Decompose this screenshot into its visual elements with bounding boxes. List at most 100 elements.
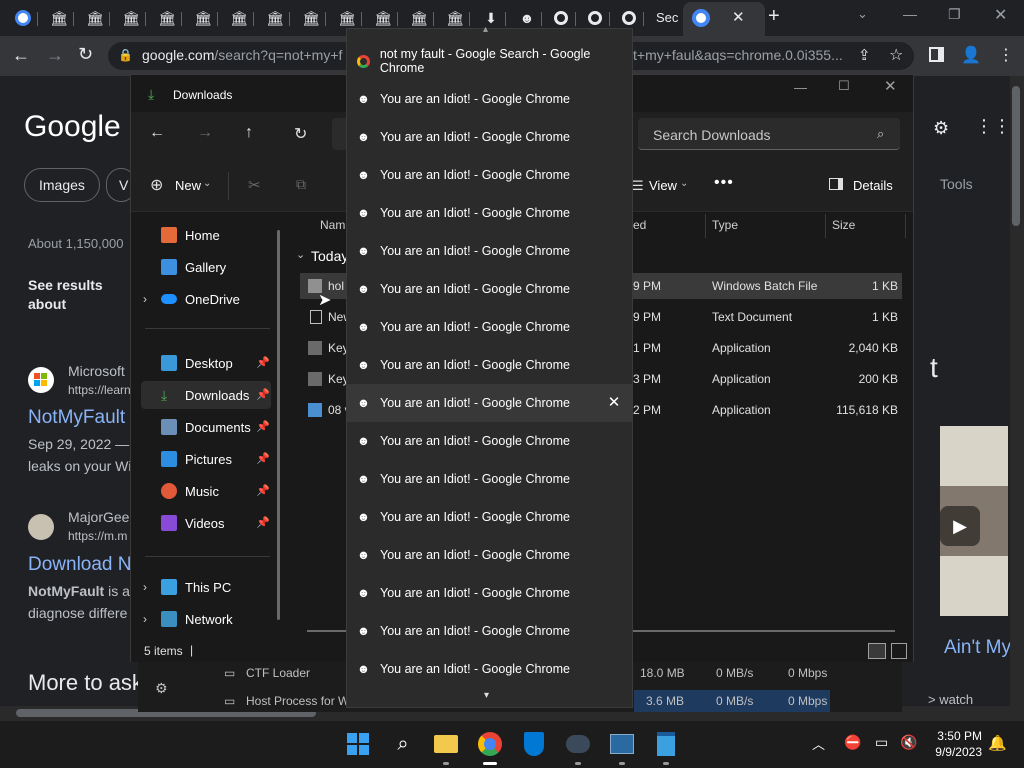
column-separator[interactable] [905,214,906,238]
nav-item-music[interactable]: Music [141,477,271,505]
new-tab-icon[interactable]: + [768,5,780,28]
tab-google[interactable] [8,4,38,32]
tools-button[interactable]: Tools [940,176,973,192]
window-item-idiot-hovered[interactable]: ☻ You are an Idiot! - Google Chrome [347,384,632,422]
copy-icon[interactable]: ⧉ [296,176,306,193]
column-header-date[interactable]: ed [633,218,646,232]
result1-site[interactable]: Microsoft [68,363,125,379]
close-window-icon[interactable]: ✕ [994,5,1007,25]
nav-item-downloads[interactable]: ⤓ Downloads [141,381,271,409]
back-icon[interactable]: ← [149,124,165,142]
details-view-icon[interactable] [868,643,886,659]
tab-archive-5[interactable]: 🏛 [188,4,218,32]
watch-link[interactable]: > watch [928,692,973,707]
video-thumbnail[interactable]: ▶ [940,426,1008,616]
back-icon[interactable]: ← [12,45,30,66]
column-header-type[interactable]: Type [712,218,738,232]
scroll-up-icon[interactable]: ▴ [483,24,488,35]
refresh-icon[interactable]: ↻ [294,124,307,144]
tab-archive-7[interactable]: 🏛 [260,4,290,32]
forward-icon[interactable]: → [46,45,64,66]
nav-item-documents[interactable]: Documents [141,413,271,441]
window-item-idiot[interactable]: ☻ You are an Idiot! - Google Chrome [347,536,632,574]
clock-time[interactable]: 3:50 PM [934,729,982,743]
window-item-idiot[interactable]: ☻ You are an Idiot! - Google Chrome [347,346,632,384]
chevron-up-icon[interactable]: ︿ [812,734,825,753]
window-item-idiot[interactable]: ☻ You are an Idiot! - Google Chrome [347,80,632,118]
column-separator[interactable] [705,214,706,238]
game-taskbar-icon[interactable] [562,728,594,760]
pin-icon[interactable]: 📌 [256,388,270,401]
window-item-idiot[interactable]: ☻ You are an Idiot! - Google Chrome [347,650,632,688]
pin-icon[interactable]: 📌 [256,452,270,465]
google-logo[interactable]: Google [24,110,121,144]
file-explorer-taskbar-icon[interactable] [430,728,462,760]
new-button[interactable]: New [175,178,201,193]
tab-archive-6[interactable]: 🏛 [224,4,254,32]
chrome-taskbar-icon[interactable] [474,728,506,760]
window-item-idiot[interactable]: ☻ You are an Idiot! - Google Chrome [347,156,632,194]
minimize-icon[interactable]: — [903,6,917,22]
view-button[interactable]: View [649,178,677,193]
network-disconnected-icon[interactable]: ⛔ [844,734,861,751]
nav-item-videos[interactable]: Videos [141,509,271,537]
tab-archive-2[interactable]: 🏛 [80,4,110,32]
defender-taskbar-icon[interactable] [518,728,550,760]
display-icon[interactable]: ▭ [875,734,888,751]
result2-url[interactable]: https://m.m [68,529,127,543]
pin-icon[interactable]: 📌 [256,484,270,497]
result2-site[interactable]: MajorGeek [68,509,136,525]
restore-icon[interactable]: ❐ [948,6,961,23]
window-item-idiot[interactable]: ☻ You are an Idiot! - Google Chrome [347,498,632,536]
settings-gear-icon[interactable]: ⚙ [933,118,949,139]
tab-archive-8[interactable]: 🏛 [296,4,326,32]
close-window-item-icon[interactable]: ✕ [606,395,622,411]
window-item-idiot[interactable]: ☻ You are an Idiot! - Google Chrome [347,460,632,498]
window-item-idiot[interactable]: ☻ You are an Idiot! - Google Chrome [347,308,632,346]
column-separator[interactable] [825,214,826,238]
nav-item-home[interactable]: Home [141,221,271,249]
page-scrollbar[interactable] [1010,76,1024,720]
start-button[interactable] [342,728,374,760]
clock-date[interactable]: 9/9/2023 [932,745,982,759]
notification-bell-icon[interactable]: 🔔 [988,734,1007,752]
up-icon[interactable]: ↑ [245,124,253,142]
window-item-idiot[interactable]: ☻ You are an Idiot! - Google Chrome [347,422,632,460]
explorer-close-icon[interactable]: ✕ [884,77,897,95]
column-header-size[interactable]: Size [832,218,855,232]
group-collapse-chevron-icon[interactable]: ⌄ [296,248,305,261]
volume-muted-icon[interactable]: 🔇 [900,734,917,751]
notepad-taskbar-icon[interactable] [650,728,682,760]
result2-title-link[interactable]: Download N [28,554,132,576]
right-panel-link[interactable]: Ain't My [944,637,1011,659]
search-icon[interactable]: ⌕ [877,126,884,142]
side-panel-icon[interactable] [929,47,944,62]
nav-item-thispc[interactable]: This PC [141,573,271,601]
reload-icon[interactable]: ↻ [78,44,93,65]
forward-icon[interactable]: → [197,124,213,142]
more-options-icon[interactable]: ••• [714,174,734,192]
bookmark-star-icon[interactable]: ☆ [889,45,903,65]
explorer-minimize-icon[interactable]: — [794,80,807,95]
scroll-down-icon[interactable]: ▾ [484,690,489,701]
nav-scrollbar[interactable] [277,230,280,620]
play-icon[interactable]: ▶ [940,506,980,546]
result1-title-link[interactable]: NotMyFault [28,407,125,429]
pin-icon[interactable]: 📌 [256,356,270,369]
result1-url[interactable]: https://learn [68,383,131,397]
tab-archive-4[interactable]: 🏛 [152,4,182,32]
pin-icon[interactable]: 📌 [256,420,270,433]
tm-row2-name[interactable]: Host Process for W [246,694,349,708]
tab-archive-1[interactable]: 🏛 [44,4,74,32]
apps-grid-icon[interactable]: ⋮⋮ [975,116,1011,137]
address-breadcrumb[interactable] [332,118,346,150]
settings-icon[interactable]: ⚙ [155,680,168,697]
window-item-idiot[interactable]: ☻ You are an Idiot! - Google Chrome [347,118,632,156]
close-tab-icon[interactable]: ✕ [732,8,745,26]
window-item-idiot[interactable]: ☻ You are an Idiot! - Google Chrome [347,574,632,612]
window-item-idiot[interactable]: ☻ You are an Idiot! - Google Chrome [347,270,632,308]
nav-item-desktop[interactable]: Desktop [141,349,271,377]
search-taskbar-icon[interactable]: ⌕ [387,728,419,760]
details-button[interactable]: Details [853,178,893,193]
window-item-idiot[interactable]: ☻ You are an Idiot! - Google Chrome [347,232,632,270]
